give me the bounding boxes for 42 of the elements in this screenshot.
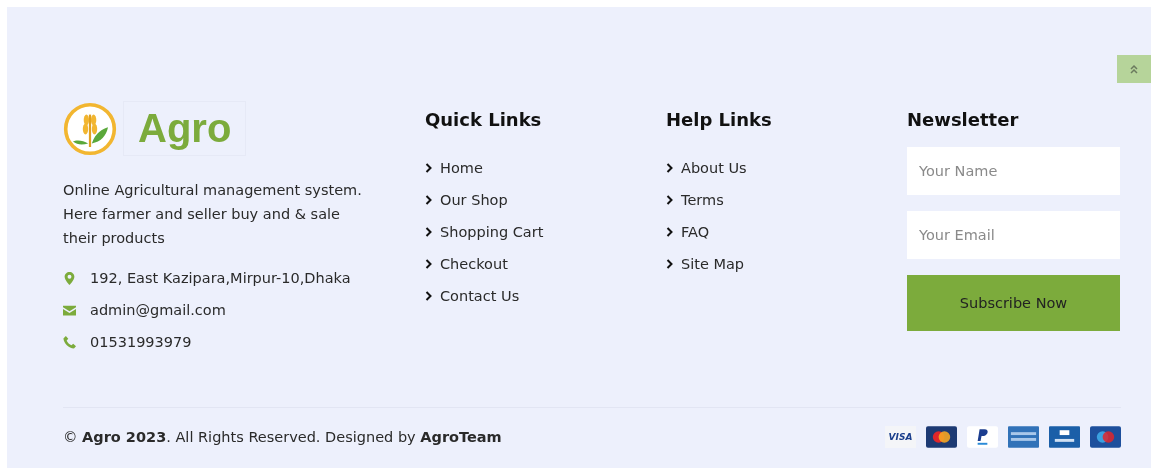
- chevron-right-icon: [666, 195, 674, 205]
- contact-text: 192, East Kazipara,Mirpur-10,Dhaka: [90, 270, 351, 286]
- chevron-right-icon: [425, 259, 433, 269]
- chevron-right-icon: [425, 291, 433, 301]
- wheat-logo-icon: [63, 101, 117, 156]
- column-heading: Help Links: [666, 109, 773, 130]
- contact-text: 01531993979: [90, 334, 192, 350]
- phone-icon: [63, 335, 76, 349]
- amex-card-icon: [1008, 426, 1039, 448]
- contact-text: admin@gmail.com: [90, 302, 226, 318]
- visa-electron-card-icon: [1049, 426, 1080, 448]
- envelope-icon: [63, 303, 76, 317]
- maestro-card-icon: [1090, 426, 1121, 448]
- location-pin-icon: [63, 271, 76, 285]
- footer-link[interactable]: Our Shop: [425, 184, 508, 216]
- chevron-right-icon: [666, 259, 674, 269]
- double-chevron-up-icon: [1129, 64, 1139, 74]
- visa-card-icon: VISA: [885, 426, 916, 448]
- subscribe-button[interactable]: Subscribe Now: [907, 275, 1120, 331]
- chevron-right-icon: [666, 227, 674, 237]
- footer-link[interactable]: Checkout: [425, 248, 508, 280]
- footer-link[interactable]: Site Map: [666, 248, 745, 280]
- chevron-right-icon: [666, 163, 674, 173]
- footer-link[interactable]: Home: [425, 152, 483, 184]
- footer-link[interactable]: FAQ: [666, 216, 710, 248]
- footer-link[interactable]: Contact Us: [425, 280, 520, 312]
- footer-link[interactable]: Terms: [666, 184, 724, 216]
- paypal-card-icon: [967, 426, 998, 448]
- name-field[interactable]: Your Name: [907, 147, 1120, 195]
- mastercard-card-icon: [926, 426, 957, 448]
- footer-link[interactable]: About Us: [666, 152, 747, 184]
- chevron-right-icon: [425, 227, 433, 237]
- brand-name: Agro: [123, 101, 247, 156]
- copyright-text: © Agro 2023. All Rights Reserved. Designed by AgroTeam: [63, 429, 502, 445]
- column-heading: Newsletter: [907, 109, 1020, 130]
- about-text: Online Agricultural management system. Here farmer and seller buy and & sale their products: [63, 181, 363, 248]
- email-field[interactable]: Your Email: [907, 211, 1120, 259]
- column-heading: Quick Links: [425, 109, 543, 130]
- chevron-right-icon: [425, 195, 433, 205]
- chevron-right-icon: [425, 163, 433, 173]
- scroll-to-top-button[interactable]: [1117, 55, 1151, 83]
- footer-link[interactable]: Shopping Cart: [425, 216, 544, 248]
